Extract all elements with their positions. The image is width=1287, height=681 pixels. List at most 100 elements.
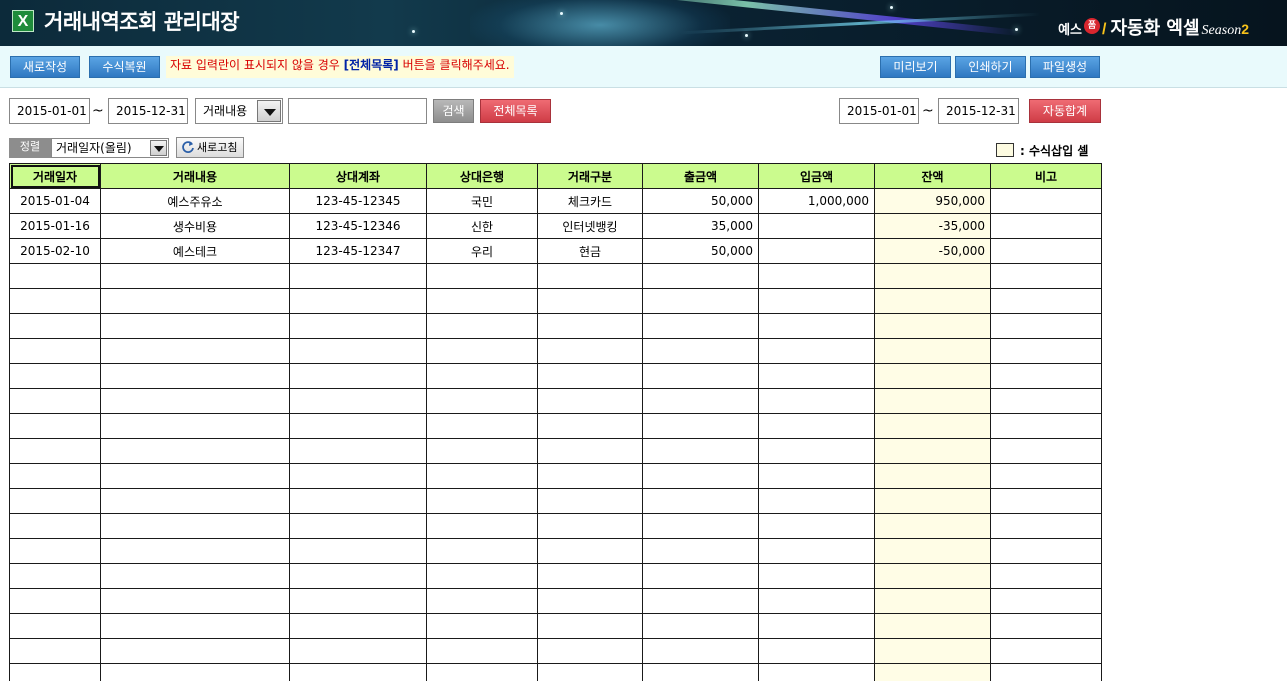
withdrawal-cell[interactable] bbox=[642, 363, 759, 389]
column-header[interactable]: 거래일자 bbox=[9, 163, 101, 189]
account-cell[interactable] bbox=[289, 538, 427, 564]
column-header[interactable]: 비고 bbox=[990, 163, 1102, 189]
type-cell[interactable] bbox=[537, 288, 643, 314]
balance-cell[interactable] bbox=[874, 638, 991, 664]
memo-cell[interactable] bbox=[990, 213, 1102, 239]
date-cell[interactable] bbox=[9, 613, 101, 639]
type-cell[interactable] bbox=[537, 438, 643, 464]
withdrawal-cell[interactable]: 35,000 bbox=[642, 213, 759, 239]
type-cell[interactable] bbox=[537, 338, 643, 364]
memo-cell[interactable] bbox=[990, 638, 1102, 664]
balance-cell[interactable] bbox=[874, 413, 991, 439]
balance-cell[interactable] bbox=[874, 613, 991, 639]
type-cell[interactable] bbox=[537, 363, 643, 389]
type-cell[interactable] bbox=[537, 663, 643, 681]
withdrawal-cell[interactable] bbox=[642, 263, 759, 289]
memo-cell[interactable] bbox=[990, 663, 1102, 681]
auto-sum-button[interactable]: 자동합계 bbox=[1029, 99, 1101, 123]
description-cell[interactable]: 예스주유소 bbox=[100, 188, 290, 214]
withdrawal-cell[interactable] bbox=[642, 563, 759, 589]
account-cell[interactable] bbox=[289, 513, 427, 539]
date-cell[interactable] bbox=[9, 288, 101, 314]
account-cell[interactable]: 123-45-12346 bbox=[289, 213, 427, 239]
column-header[interactable]: 출금액 bbox=[642, 163, 759, 189]
date-cell[interactable] bbox=[9, 388, 101, 414]
description-cell[interactable] bbox=[100, 663, 290, 681]
bank-cell[interactable] bbox=[426, 663, 538, 681]
memo-cell[interactable] bbox=[990, 338, 1102, 364]
type-cell[interactable] bbox=[537, 613, 643, 639]
date-cell[interactable] bbox=[9, 588, 101, 614]
type-cell[interactable] bbox=[537, 588, 643, 614]
balance-cell[interactable]: -50,000 bbox=[874, 238, 991, 264]
deposit-cell[interactable] bbox=[758, 588, 875, 614]
balance-cell[interactable] bbox=[874, 663, 991, 681]
withdrawal-cell[interactable] bbox=[642, 538, 759, 564]
withdrawal-cell[interactable] bbox=[642, 413, 759, 439]
all-list-button[interactable]: 전체목록 bbox=[480, 99, 551, 123]
deposit-cell[interactable] bbox=[758, 638, 875, 664]
date-cell[interactable] bbox=[9, 363, 101, 389]
deposit-cell[interactable] bbox=[758, 213, 875, 239]
bank-cell[interactable] bbox=[426, 363, 538, 389]
type-cell[interactable] bbox=[537, 488, 643, 514]
memo-cell[interactable] bbox=[990, 413, 1102, 439]
deposit-cell[interactable] bbox=[758, 488, 875, 514]
column-header[interactable]: 입금액 bbox=[758, 163, 875, 189]
deposit-cell[interactable] bbox=[758, 463, 875, 489]
account-cell[interactable] bbox=[289, 313, 427, 339]
bank-cell[interactable] bbox=[426, 438, 538, 464]
balance-cell[interactable] bbox=[874, 488, 991, 514]
account-cell[interactable] bbox=[289, 588, 427, 614]
account-cell[interactable] bbox=[289, 463, 427, 489]
date-cell[interactable] bbox=[9, 663, 101, 681]
bank-cell[interactable] bbox=[426, 563, 538, 589]
deposit-cell[interactable] bbox=[758, 238, 875, 264]
date-cell[interactable] bbox=[9, 438, 101, 464]
memo-cell[interactable] bbox=[990, 488, 1102, 514]
deposit-cell[interactable] bbox=[758, 313, 875, 339]
balance-cell[interactable] bbox=[874, 313, 991, 339]
description-cell[interactable] bbox=[100, 488, 290, 514]
deposit-cell[interactable] bbox=[758, 263, 875, 289]
type-cell[interactable] bbox=[537, 313, 643, 339]
restore-formula-button[interactable]: 수식복원 bbox=[89, 56, 160, 78]
type-cell[interactable] bbox=[537, 538, 643, 564]
description-cell[interactable]: 생수비용 bbox=[100, 213, 290, 239]
memo-cell[interactable] bbox=[990, 188, 1102, 214]
deposit-cell[interactable] bbox=[758, 438, 875, 464]
withdrawal-cell[interactable] bbox=[642, 488, 759, 514]
balance-cell[interactable] bbox=[874, 263, 991, 289]
deposit-cell[interactable] bbox=[758, 388, 875, 414]
description-cell[interactable] bbox=[100, 363, 290, 389]
type-cell[interactable] bbox=[537, 463, 643, 489]
withdrawal-cell[interactable] bbox=[642, 513, 759, 539]
description-cell[interactable] bbox=[100, 438, 290, 464]
memo-cell[interactable] bbox=[990, 238, 1102, 264]
column-header[interactable]: 거래구분 bbox=[537, 163, 643, 189]
description-cell[interactable] bbox=[100, 588, 290, 614]
date-cell[interactable] bbox=[9, 488, 101, 514]
withdrawal-cell[interactable] bbox=[642, 613, 759, 639]
chevron-down-icon[interactable] bbox=[150, 140, 167, 156]
deposit-cell[interactable] bbox=[758, 613, 875, 639]
balance-cell[interactable] bbox=[874, 438, 991, 464]
bank-cell[interactable] bbox=[426, 538, 538, 564]
type-cell[interactable]: 현금 bbox=[537, 238, 643, 264]
search-input[interactable] bbox=[288, 98, 427, 124]
column-header[interactable]: 잔액 bbox=[874, 163, 991, 189]
description-cell[interactable] bbox=[100, 463, 290, 489]
bank-cell[interactable] bbox=[426, 463, 538, 489]
description-cell[interactable] bbox=[100, 413, 290, 439]
balance-cell[interactable] bbox=[874, 588, 991, 614]
bank-cell[interactable]: 우리 bbox=[426, 238, 538, 264]
withdrawal-cell[interactable] bbox=[642, 388, 759, 414]
withdrawal-cell[interactable]: 50,000 bbox=[642, 188, 759, 214]
deposit-cell[interactable] bbox=[758, 513, 875, 539]
bank-cell[interactable]: 국민 bbox=[426, 188, 538, 214]
account-cell[interactable]: 123-45-12345 bbox=[289, 188, 427, 214]
memo-cell[interactable] bbox=[990, 513, 1102, 539]
memo-cell[interactable] bbox=[990, 588, 1102, 614]
balance-cell[interactable] bbox=[874, 363, 991, 389]
deposit-cell[interactable] bbox=[758, 363, 875, 389]
